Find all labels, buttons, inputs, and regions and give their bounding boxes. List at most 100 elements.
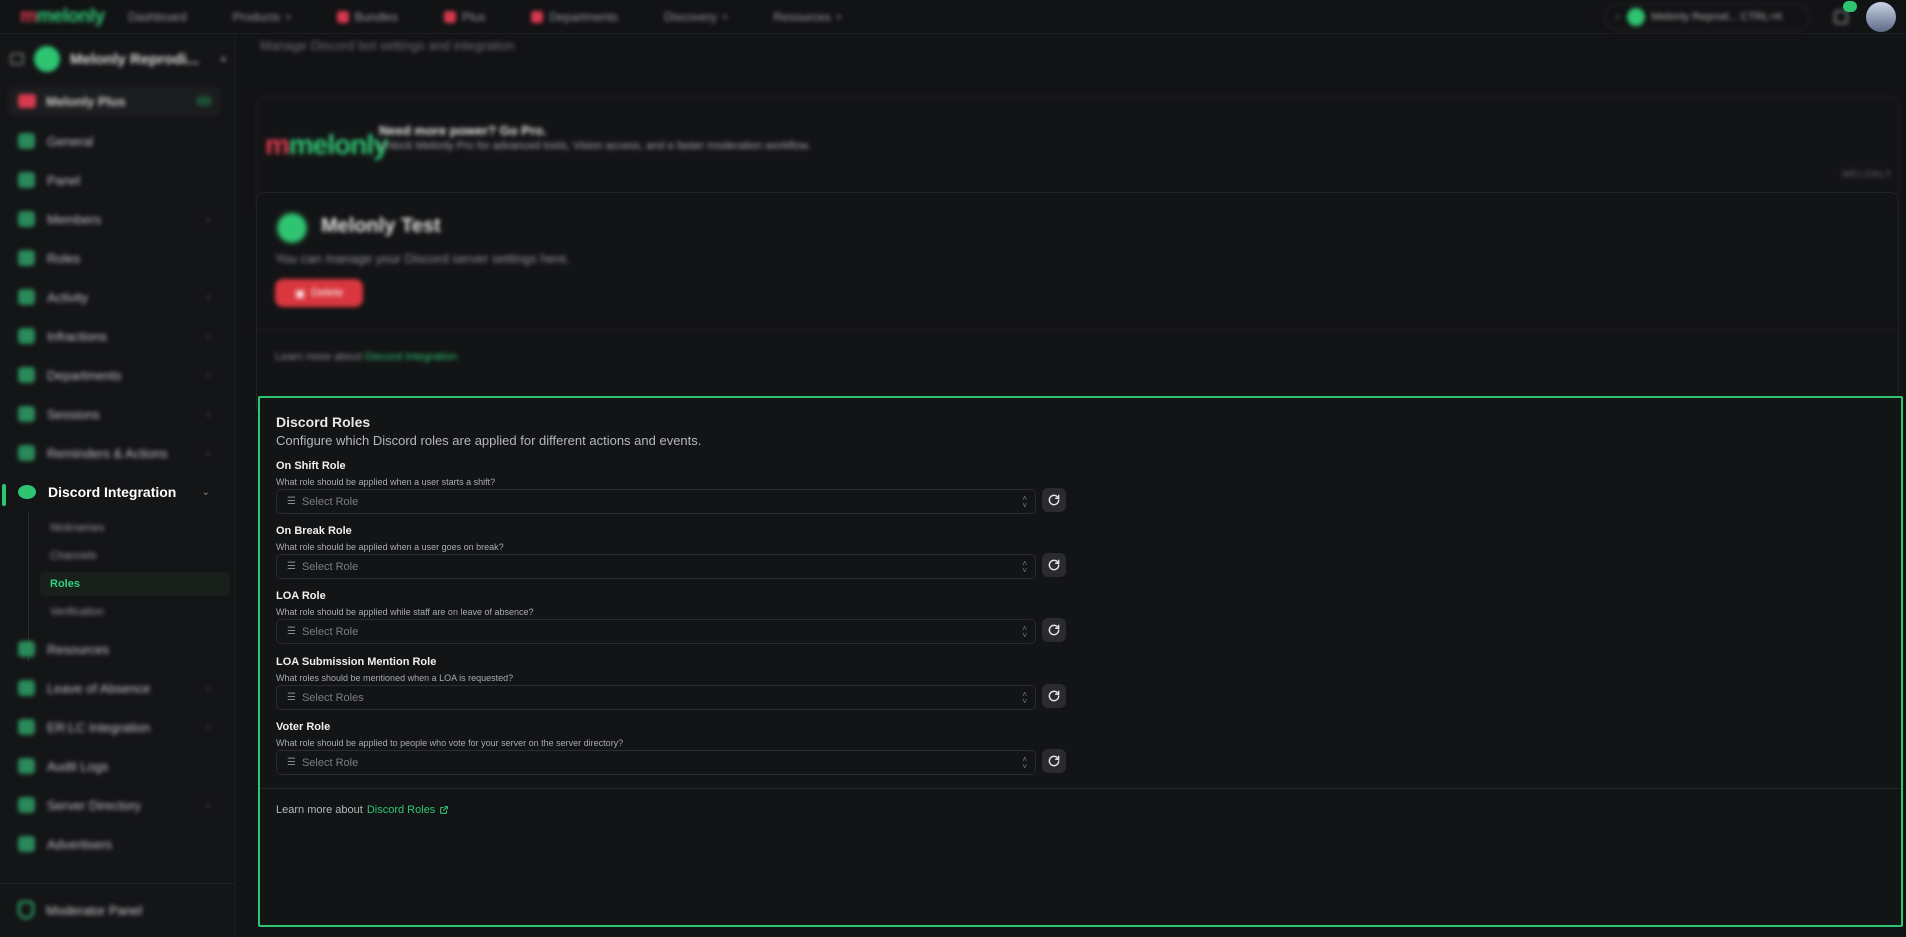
megaphone-icon: [18, 836, 35, 852]
server-name: Melonly Reprodi...: [70, 50, 200, 68]
list-icon: ☰: [287, 626, 296, 637]
main-content: Manage Discord bot settings and integrat…: [236, 34, 1906, 937]
nav-link-plus[interactable]: Plus: [443, 10, 486, 24]
nav-link-bundles[interactable]: Bundles: [336, 10, 398, 24]
sidebar-item-departments[interactable]: Departments ›: [8, 360, 220, 390]
server-switcher[interactable]: ⌕ Melonly Reprod... CTRL+K: [1604, 4, 1810, 30]
sidebar-toggle-icon[interactable]: [10, 53, 24, 65]
chevron-down-icon: ⌄: [201, 486, 210, 498]
external-link-icon[interactable]: [439, 805, 449, 815]
plus-icon: [18, 94, 36, 108]
select-placeholder: Select Role: [301, 495, 359, 508]
sidebar-item-label: Leave of Absence: [47, 680, 151, 696]
select-placeholder: Select Role: [301, 625, 359, 638]
nav-link-resources[interactable]: Resources ▾: [773, 10, 841, 24]
server-avatar: [275, 211, 309, 245]
discord-roles-link[interactable]: Discord Roles: [367, 804, 435, 816]
list-icon: ☰: [287, 692, 296, 703]
sidebar-item-resources[interactable]: Resources: [8, 634, 220, 664]
sidebar-item-erlc-integration[interactable]: ER:LC Integration ›: [8, 712, 220, 742]
sub-item-nicknames[interactable]: Nicknames: [40, 516, 230, 540]
sidebar-item-panel[interactable]: Panel: [8, 165, 220, 195]
sidebar-item-server-directory[interactable]: Server Directory ›: [8, 790, 220, 820]
sub-item-roles[interactable]: Roles: [40, 572, 230, 596]
sidebar-item-reminders-actions[interactable]: Reminders & Actions ›: [8, 438, 220, 468]
role-select[interactable]: ☰ Select Role ˄ ˅: [276, 554, 1036, 579]
roles-multiselect[interactable]: ☰ Select Roles ˄ ˅: [276, 685, 1036, 710]
chevron-down-icon: ▾: [722, 11, 728, 22]
delete-button-label: Delete: [311, 287, 344, 299]
sidebar-item-label: Melonly Plus: [46, 93, 126, 109]
pencil-icon: [18, 719, 35, 735]
sub-item-label: Verification: [50, 606, 104, 618]
nav-link-label: Plus: [461, 10, 486, 24]
nav-link-departments[interactable]: Departments: [531, 10, 618, 24]
history-icon: [18, 758, 35, 774]
refresh-button[interactable]: [1042, 684, 1066, 708]
logo-m-letter: m: [265, 129, 290, 160]
delete-button[interactable]: ▣ Delete: [275, 279, 363, 307]
nav-link-label: Bundles: [354, 10, 398, 24]
nav-link-discovery[interactable]: Discovery ▾: [664, 10, 727, 24]
search-icon: ⌕: [1615, 10, 1622, 23]
sidebar-item-roles[interactable]: Roles: [8, 243, 220, 273]
role-select[interactable]: ☰ Select Role ˄ ˅: [276, 619, 1036, 644]
sidebar-server-header[interactable]: Melonly Reprodi... ▾: [10, 44, 226, 74]
file-icon: [18, 641, 35, 657]
chevron-right-icon: ›: [206, 369, 210, 381]
sub-item-channels[interactable]: Channels: [40, 544, 230, 568]
sidebar-item-sessions[interactable]: Sessions ›: [8, 399, 220, 429]
field-help: What role should be applied when a user …: [276, 542, 504, 552]
sidebar-item-discord-integration[interactable]: Discord Integration ⌄: [8, 477, 220, 507]
field-loa-role: LOA Role What role should be applied whi…: [276, 590, 1076, 644]
chevron-down-icon: ▾: [286, 11, 291, 22]
role-select[interactable]: ☰ Select Role ˄ ˅: [276, 750, 1036, 775]
select-placeholder: Select Role: [301, 756, 359, 769]
sidebar-item-advertisers[interactable]: Advertisers: [8, 829, 220, 859]
building-icon: [18, 367, 35, 383]
sidebar-item-activity[interactable]: Activity ›: [8, 282, 220, 312]
sidebar-item-label: Advertisers: [47, 836, 113, 852]
nav-link-label: Resources: [773, 10, 831, 24]
melonly-logo[interactable]: mmelonly: [20, 6, 105, 28]
refresh-button[interactable]: [1042, 553, 1066, 577]
chevron-right-icon: ›: [206, 799, 210, 811]
nav-link-label: Dashboard: [128, 10, 187, 24]
chevron-up-down-icon: ˄ ˅: [1022, 755, 1027, 771]
chevron-up-down-icon: ˄ ˅: [1022, 494, 1027, 510]
discord-integration-link[interactable]: Discord Integration: [365, 351, 457, 363]
nav-link-dashboard[interactable]: Dashboard: [128, 10, 187, 24]
card-divider: [257, 330, 1898, 331]
sub-item-label: Channels: [50, 550, 97, 562]
field-label: Voter Role: [276, 721, 331, 733]
server-switcher-label: Melonly Reprod... CTRL+K: [1651, 11, 1783, 23]
moderator-panel-link[interactable]: Moderator Panel: [8, 894, 220, 926]
sidebar-item-general[interactable]: General: [8, 126, 220, 156]
user-avatar[interactable]: [1866, 2, 1896, 32]
nav-link-label: Products: [232, 10, 281, 24]
sidebar-item-audit-logs[interactable]: Audit Logs: [8, 751, 220, 781]
chevron-up-down-icon: ˄ ˅: [1022, 559, 1027, 575]
server-icon: [34, 46, 60, 72]
refresh-button[interactable]: [1042, 618, 1066, 642]
learn-prefix: Learn more about: [276, 804, 363, 816]
list-icon: ☰: [287, 496, 296, 507]
sub-item-verification[interactable]: Verification: [40, 600, 230, 624]
sidebar-item-members[interactable]: Members ›: [8, 204, 220, 234]
sidebar-item-leave-of-absence[interactable]: Leave of Absence ›: [8, 673, 220, 703]
chevron-up-down-icon: ˄ ˅: [1022, 690, 1027, 706]
role-select[interactable]: ☰ Select Role ˄ ˅: [276, 489, 1036, 514]
monitor-icon: [18, 172, 35, 188]
notification-bell-icon[interactable]: [1834, 10, 1848, 24]
refresh-button[interactable]: [1042, 749, 1066, 773]
refresh-button[interactable]: [1042, 488, 1066, 512]
sub-item-label: Nicknames: [50, 522, 105, 534]
server-card-name: Melonly Test: [321, 215, 441, 237]
nav-link-products[interactable]: Products ▾: [233, 10, 291, 24]
refresh-icon: [1048, 559, 1060, 571]
active-indicator: [2, 484, 6, 506]
server-card-description: You can manage your Discord server setti…: [275, 251, 571, 266]
sidebar-item-infractions[interactable]: Infractions ›: [8, 321, 220, 351]
field-label: LOA Role: [276, 590, 326, 602]
sidebar-item-melonly-plus[interactable]: Melonly Plus: [8, 86, 220, 116]
